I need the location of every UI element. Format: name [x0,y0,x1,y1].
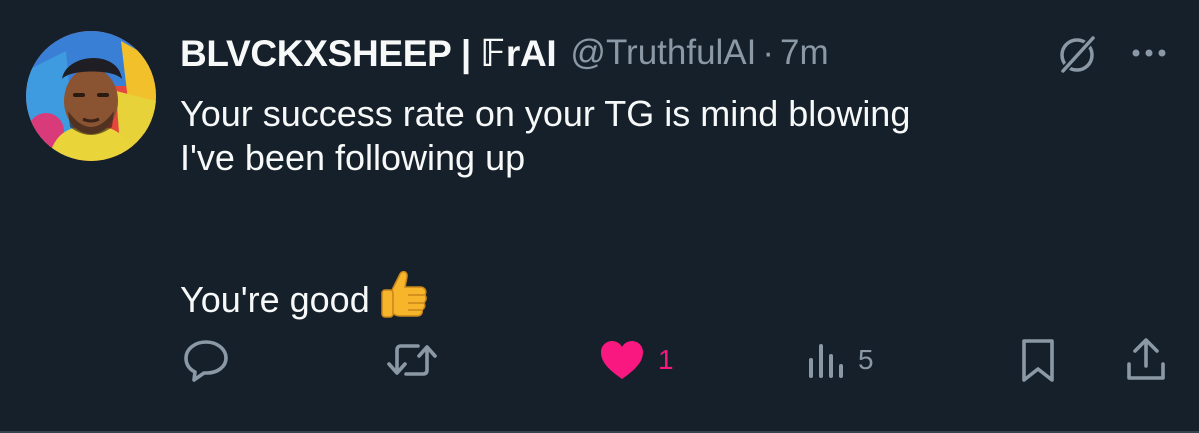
bookmark-button[interactable] [1018,330,1058,390]
tweet-actions: 1 5 [0,330,1199,390]
tweet-text-line: You're good [180,268,1170,330]
tweet-text-line: I've been following up [180,137,526,178]
like-button[interactable]: 1 [598,330,674,390]
tweet-text-line: Your success rate on your TG is mind blo… [180,93,911,134]
views-icon [806,338,846,382]
retweet-icon [386,336,438,384]
reply-icon [182,336,230,384]
tweet-timestamp[interactable]: 7m [780,33,829,73]
author-handle[interactable]: @TruthfulAI [570,33,756,73]
grok-icon[interactable] [1055,33,1099,77]
reply-button[interactable] [182,330,230,390]
author-display-name[interactable]: BLVCKXSHEEP | 𝔽rAI [180,32,557,75]
avatar[interactable] [26,31,156,161]
views-count: 5 [858,344,874,375]
share-icon [1124,336,1168,384]
thumbs-up-icon [378,268,430,330]
tweet[interactable]: BLVCKXSHEEP | 𝔽rAI @TruthfulAI · 7m Your… [0,0,1199,433]
tweet-text-good: You're good [180,279,370,320]
tweet-body: Your success rate on your TG is mind blo… [180,92,1170,330]
views-button[interactable]: 5 [806,330,874,390]
bookmark-icon [1018,336,1058,384]
like-count: 1 [658,344,674,375]
share-button[interactable] [1124,330,1168,390]
retweet-button[interactable] [386,330,438,390]
tweet-header: BLVCKXSHEEP | 𝔽rAI @TruthfulAI · 7m [180,30,829,76]
more-options-icon[interactable] [1127,33,1171,73]
heart-icon [598,338,646,382]
header-separator: · [762,33,775,72]
